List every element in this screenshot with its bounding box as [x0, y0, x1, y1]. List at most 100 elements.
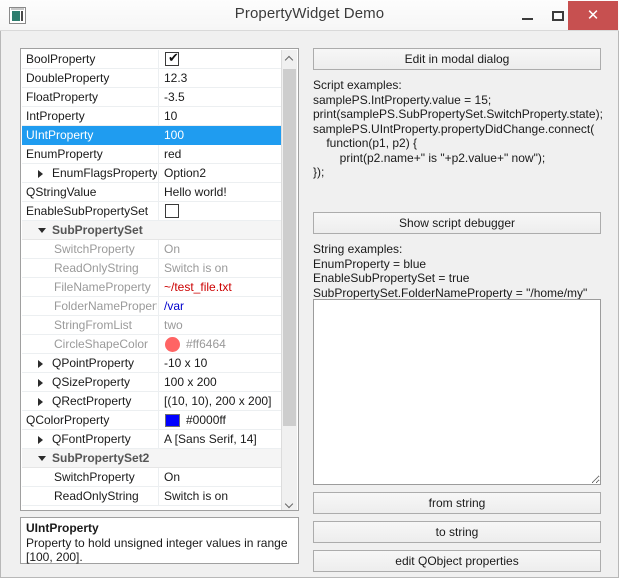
application-window: PropertyWidget Demo ✕ BoolProperty ✔ Doubl…	[0, 0, 619, 578]
property-value-cell[interactable]: 100	[158, 126, 283, 144]
table-row[interactable]: SubPropertySet2	[22, 449, 283, 468]
property-name-label: SwitchProperty	[54, 470, 135, 484]
property-value-cell[interactable]: /var	[158, 297, 283, 315]
property-name-cell: EnumProperty	[22, 145, 157, 163]
property-value-cell[interactable]: 12.3	[158, 69, 283, 87]
table-row[interactable]: QPointProperty -10 x 10	[22, 354, 283, 373]
property-value-label: /var	[164, 299, 185, 313]
property-value-cell[interactable]: Switch is on	[158, 487, 283, 505]
table-row[interactable]: ReadOnlyString Switch is on	[22, 487, 283, 506]
property-name-label: FolderNameProperty	[54, 299, 157, 313]
expand-arrow-closed-icon[interactable]	[38, 170, 43, 178]
chevron-up-icon	[286, 56, 293, 63]
color-swatch[interactable]	[165, 414, 180, 427]
property-tree-scrollbar[interactable]	[281, 50, 297, 510]
from-string-button[interactable]: from string	[313, 492, 601, 514]
property-value-label: On	[164, 470, 181, 484]
property-value-cell[interactable]: [(10, 10), 200 x 200]	[158, 392, 283, 410]
expand-arrow-closed-icon[interactable]	[38, 379, 43, 387]
minimize-button[interactable]	[513, 1, 543, 30]
property-name-label: DoubleProperty	[26, 71, 110, 85]
table-row[interactable]: FloatProperty -3.5	[22, 88, 283, 107]
property-name-cell: FloatProperty	[22, 88, 157, 106]
property-name-cell: EnableSubPropertySet	[22, 202, 157, 220]
property-value-cell[interactable]: 10	[158, 107, 283, 125]
property-tree-viewport: BoolProperty ✔ DoubleProperty 12.3 FloatProp…	[22, 50, 283, 510]
property-tree[interactable]: BoolProperty ✔ DoubleProperty 12.3 FloatProp…	[20, 48, 299, 511]
expand-arrow-closed-icon[interactable]	[38, 398, 43, 406]
property-value-cell[interactable]	[158, 221, 283, 239]
table-row[interactable]: IntProperty 10	[22, 107, 283, 126]
property-value-cell[interactable]: Option2	[158, 164, 283, 182]
table-row[interactable]: SwitchProperty On	[22, 240, 283, 259]
property-name-label: EnableSubPropertySet	[26, 204, 149, 218]
check-icon: ✔	[168, 51, 179, 66]
script-input-textarea[interactable]	[313, 299, 601, 485]
table-row[interactable]: QColorProperty #0000ff	[22, 411, 283, 430]
table-row[interactable]: DoubleProperty 12.3	[22, 69, 283, 88]
property-value-label: Option2	[164, 166, 207, 180]
table-row[interactable]: QRectProperty [(10, 10), 200 x 200]	[22, 392, 283, 411]
property-value-cell[interactable]: ~/test_file.txt	[158, 278, 283, 296]
property-value-cell[interactable]: -10 x 10	[158, 354, 283, 372]
table-row[interactable]: UIntProperty 100	[22, 126, 283, 145]
show-script-debugger-button[interactable]: Show script debugger	[313, 212, 601, 234]
property-value-cell[interactable]: #0000ff	[158, 411, 283, 429]
color-swatch[interactable]	[165, 337, 180, 352]
main-content: BoolProperty ✔ DoubleProperty 12.3 FloatProp…	[1, 31, 618, 577]
close-icon: ✕	[586, 7, 600, 24]
property-name-label: FileNameProperty	[54, 280, 151, 294]
property-value-label: On	[164, 242, 181, 256]
property-value-label: -3.5	[164, 90, 185, 104]
property-value-cell[interactable]: A [Sans Serif, 14]	[158, 430, 283, 448]
property-name-cell: StringFromList	[22, 316, 157, 334]
edit-in-modal-dialog-button[interactable]: Edit in modal dialog	[313, 48, 601, 70]
property-value-cell[interactable]: ✔	[158, 50, 283, 68]
property-value-label: ~/test_file.txt	[164, 280, 232, 294]
property-value-cell[interactable]: two	[158, 316, 283, 334]
table-row[interactable]: EnableSubPropertySet	[22, 202, 283, 221]
expand-arrow-open-icon[interactable]	[38, 228, 46, 233]
checkbox[interactable]	[165, 204, 179, 218]
property-name-label: QSizeProperty	[52, 375, 131, 389]
property-value-cell[interactable]	[158, 202, 283, 220]
property-value-label: 10	[164, 109, 178, 123]
property-value-cell[interactable]: 100 x 200	[158, 373, 283, 391]
property-value-cell[interactable]: On	[158, 240, 283, 258]
close-button[interactable]: ✕	[568, 1, 618, 30]
to-string-button[interactable]: to string	[313, 521, 601, 543]
property-value-cell[interactable]: red	[158, 145, 283, 163]
scrollbar-thumb[interactable]	[283, 69, 296, 426]
table-row[interactable]: CircleShapeColor #ff6464	[22, 335, 283, 354]
property-value-cell[interactable]: Switch is on	[158, 259, 283, 277]
expand-arrow-closed-icon[interactable]	[38, 436, 43, 444]
property-value-cell[interactable]: -3.5	[158, 88, 283, 106]
table-row[interactable]: FolderNameProperty/var	[22, 297, 283, 316]
expand-arrow-closed-icon[interactable]	[38, 360, 43, 368]
table-row[interactable]: SwitchProperty On	[22, 468, 283, 487]
table-row[interactable]: ReadOnlyString Switch is on	[22, 259, 283, 278]
property-value-cell[interactable]: Hello world!	[158, 183, 283, 201]
table-row[interactable]: FileNameProperty ~/test_file.txt	[22, 278, 283, 297]
scroll-down-button[interactable]	[282, 494, 297, 510]
property-name-cell: UIntProperty	[22, 126, 157, 144]
property-name-cell: EnumFlagsProperty	[22, 164, 157, 182]
scroll-up-button[interactable]	[282, 50, 297, 67]
expand-arrow-open-icon[interactable]	[38, 456, 46, 461]
checkbox[interactable]: ✔	[165, 51, 179, 66]
property-value-label: A [Sans Serif, 14]	[164, 432, 257, 446]
table-row[interactable]: QSizeProperty 100 x 200	[22, 373, 283, 392]
table-row[interactable]: BoolProperty ✔	[22, 50, 283, 69]
property-value-cell[interactable]: #ff6464	[158, 335, 283, 353]
table-row[interactable]: EnumProperty red	[22, 145, 283, 164]
table-row[interactable]: StringFromList two	[22, 316, 283, 335]
table-row[interactable]: QStringValue Hello world!	[22, 183, 283, 202]
edit-qobject-properties-button[interactable]: edit QObject properties	[313, 550, 601, 572]
property-value-label: [(10, 10), 200 x 200]	[164, 394, 272, 408]
property-value-label: -10 x 10	[164, 356, 208, 370]
table-row[interactable]: EnumFlagsProperty Option2	[22, 164, 283, 183]
property-value-cell[interactable]: On	[158, 468, 283, 486]
table-row[interactable]: QFontProperty A [Sans Serif, 14]	[22, 430, 283, 449]
property-value-cell[interactable]	[158, 449, 283, 467]
table-row[interactable]: SubPropertySet	[22, 221, 283, 240]
